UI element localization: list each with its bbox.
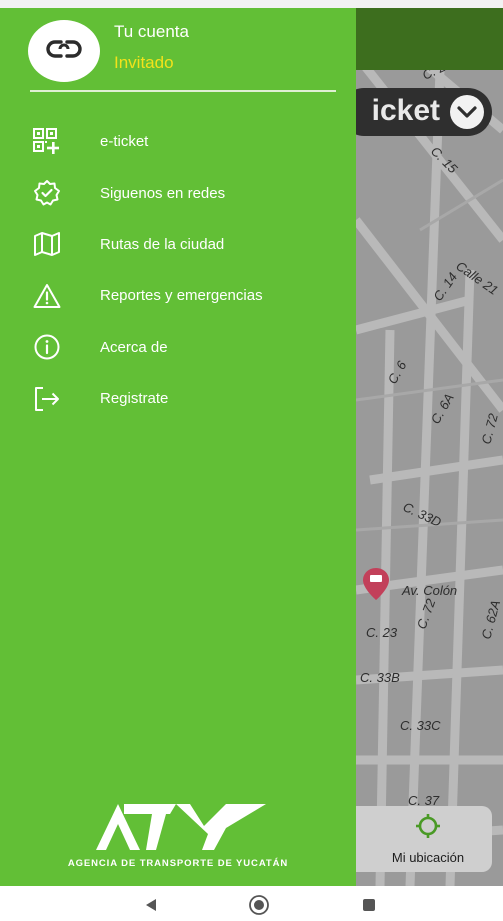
brand-caption: AGENCIA DE TRANSPORTE DE YUCATÁN (67, 858, 289, 869)
avatar[interactable] (28, 20, 100, 82)
navigation-drawer: Tu cuenta Invitado e-ticket Siguenos en … (0, 8, 356, 886)
account-status: Invitado (114, 53, 174, 72)
street-label: C. 62A (478, 598, 503, 640)
street-label: C. 23 (366, 625, 398, 640)
street-label: C. 33C (400, 718, 441, 733)
menu-item-label: Siguenos en redes (100, 184, 226, 202)
menu-item-rutas[interactable]: Rutas de la ciudad (0, 219, 356, 270)
street-label: C. 33B (360, 670, 400, 685)
ticket-selector-button[interactable]: icket (340, 88, 492, 136)
street-label: Calle 21 (453, 258, 501, 298)
qr-add-icon (30, 125, 64, 159)
menu-item-label: Reportes y emergencias (100, 287, 263, 305)
menu-item-label: e-ticket (100, 133, 149, 151)
menu-item-siguenos[interactable]: Siguenos en redes (0, 167, 356, 218)
logout-arrow-icon (30, 382, 64, 416)
home-circle-icon[interactable] (248, 894, 270, 916)
my-location-label: Mi ubicación (391, 850, 465, 865)
street-label: C. 72 (478, 411, 501, 446)
menu-item-label: Registrate (100, 390, 169, 408)
status-strip (0, 0, 503, 8)
drawer-menu: e-ticket Siguenos en redes Rutas de la c… (0, 116, 356, 424)
link-chain-icon (45, 38, 83, 65)
menu-item-acerca[interactable]: Acerca de (0, 322, 356, 373)
my-location-button[interactable]: Mi ubicación (340, 806, 492, 872)
crosshair-icon (415, 813, 441, 844)
info-icon (30, 330, 64, 364)
chevron-down-icon (450, 95, 484, 129)
header-divider (30, 90, 336, 92)
account-title: Tu cuenta (114, 22, 189, 41)
account-header[interactable]: Tu cuenta Invitado (0, 8, 356, 90)
back-triangle-icon[interactable] (140, 894, 162, 916)
system-nav-bar (0, 886, 503, 921)
map-icon (30, 227, 64, 261)
verified-badge-icon (30, 176, 64, 210)
recents-square-icon[interactable] (358, 894, 380, 916)
menu-item-reportes[interactable]: Reportes y emergencias (0, 270, 356, 321)
warning-icon (30, 279, 64, 313)
menu-item-e-ticket[interactable]: e-ticket (0, 116, 356, 167)
aty-brand: AGENCIA DE TRANSPORTE DE YUCATÁN (0, 798, 356, 878)
menu-item-label: Acerca de (100, 338, 168, 356)
street-label: Av. Colón (401, 583, 457, 598)
menu-item-label: Rutas de la ciudad (100, 235, 225, 253)
menu-item-registrate[interactable]: Registrate (0, 373, 356, 424)
